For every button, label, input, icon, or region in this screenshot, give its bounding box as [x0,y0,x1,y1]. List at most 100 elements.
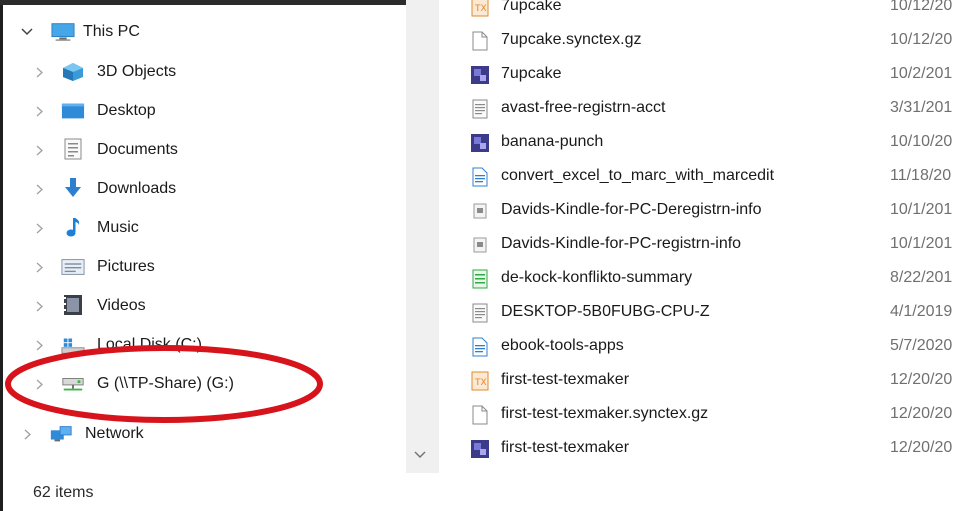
file-date: 8/22/201 [890,269,953,286]
chevron-right-icon[interactable] [32,260,46,274]
nav-item-label: Music [97,219,139,236]
network-drive-icon [61,374,85,394]
nav-item-label: Desktop [97,102,156,119]
file-name: avast-free-registrn-acct [501,99,666,116]
nav-item-network[interactable]: Network [3,419,403,449]
status-bar: 62 items [3,473,962,511]
list-item[interactable]: TX first-test-texmaker 12/20/20 [440,364,962,398]
doc-file-icon [470,167,490,187]
list-item[interactable]: ebook-tools-apps 5/7/2020 [440,330,962,364]
file-date: 4/1/2019 [890,303,953,320]
videos-icon [61,295,85,315]
chevron-right-icon[interactable] [20,427,34,441]
text-file-icon [470,303,490,323]
nav-item-local-disk[interactable]: Local Disk (C:) [3,330,403,360]
tex-file-icon: TX [470,371,490,391]
file-list: TX 7upcake 10/12/20 7upcake.synctex.gz 1… [440,0,962,473]
file-date: 3/31/201 [890,99,953,116]
chevron-right-icon[interactable] [32,104,46,118]
file-explorer-window: This PC 3D Objects Desktop Documents Dow… [0,0,962,511]
chevron-right-icon[interactable] [32,377,46,391]
nav-item-label: 3D Objects [97,63,177,80]
chevron-right-icon[interactable] [32,221,46,235]
nav-pane-scrollbar[interactable] [406,0,439,473]
scroll-down-arrow-icon[interactable] [414,448,426,462]
file-date: 10/10/20 [890,133,953,150]
nav-item-desktop[interactable]: Desktop [3,96,403,126]
file-name: de-kock-konflikto-summary [501,269,693,286]
chevron-right-icon[interactable] [32,65,46,79]
app-file-icon [470,133,490,153]
nav-item-label: This PC [83,23,140,40]
file-name: 7upcake [501,65,562,82]
pictures-icon [61,257,85,277]
music-note-icon [61,217,85,237]
list-item[interactable]: 7upcake 10/2/201 [440,58,962,92]
file-name: first-test-texmaker [501,371,630,388]
list-item[interactable]: first-test-texmaker 12/20/20 [440,432,962,466]
list-item[interactable]: TX 7upcake 10/12/20 [440,0,962,24]
file-name: DESKTOP-5B0FUBG-CPU-Z [501,303,710,320]
small-doc-icon [470,201,490,221]
blank-file-icon [470,405,490,425]
small-doc-icon [470,235,490,255]
svg-text:TX: TX [474,4,487,14]
file-name: first-test-texmaker [501,439,630,456]
nav-item-pictures[interactable]: Pictures [3,252,403,282]
tex-file-icon: TX [470,0,490,17]
app-file-icon [470,439,490,459]
nav-item-label: G (\\TP-Share) (G:) [97,375,234,392]
file-name: 7upcake.synctex.gz [501,31,642,48]
nav-item-this-pc[interactable]: This PC [3,17,403,47]
desktop-folder-icon [61,101,85,121]
file-date: 10/1/201 [890,235,953,252]
file-date: 5/7/2020 [890,337,953,354]
file-date: 10/12/20 [890,0,953,14]
chevron-right-icon[interactable] [32,143,46,157]
file-name: convert_excel_to_marc_with_marcedit [501,167,775,184]
list-item[interactable]: convert_excel_to_marc_with_marcedit 11/1… [440,160,962,194]
file-name: Davids-Kindle-for-PC-Deregistrn-info [501,201,762,218]
chevron-right-icon[interactable] [32,182,46,196]
blank-file-icon [470,31,490,51]
app-file-icon [470,65,490,85]
list-item[interactable]: banana-punch 10/10/20 [440,126,962,160]
green-doc-icon [470,269,490,289]
nav-item-g-drive[interactable]: G (\\TP-Share) (G:) [3,369,403,399]
text-file-icon [470,99,490,119]
list-item[interactable]: Davids-Kindle-for-PC-Deregistrn-info 10/… [440,194,962,228]
list-item[interactable]: DESKTOP-5B0FUBG-CPU-Z 4/1/2019 [440,296,962,330]
doc-file-icon [470,337,490,357]
item-count: 62 items [33,484,94,501]
nav-item-downloads[interactable]: Downloads [3,174,403,204]
file-name: first-test-texmaker.synctex.gz [501,405,709,422]
list-item[interactable]: avast-free-registrn-acct 3/31/201 [440,92,962,126]
file-name: Davids-Kindle-for-PC-registrn-info [501,235,742,252]
file-date: 12/20/20 [890,405,953,422]
file-date: 10/12/20 [890,31,953,48]
file-name: 7upcake [501,0,562,14]
file-date: 12/20/20 [890,439,953,456]
file-name: banana-punch [501,133,604,150]
nav-item-music[interactable]: Music [3,213,403,243]
nav-item-documents[interactable]: Documents [3,135,403,165]
nav-item-label: Documents [97,141,178,158]
file-date: 10/1/201 [890,201,953,218]
nav-item-3d-objects[interactable]: 3D Objects [3,57,403,87]
nav-item-label: Network [85,425,144,442]
list-item[interactable]: Davids-Kindle-for-PC-registrn-info 10/1/… [440,228,962,262]
list-item[interactable]: 7upcake.synctex.gz 10/12/20 [440,24,962,58]
file-date: 11/18/20 [890,167,952,184]
chevron-right-icon[interactable] [32,299,46,313]
nav-item-label: Downloads [97,180,177,197]
chevron-right-icon[interactable] [32,338,46,352]
file-date: 12/20/20 [890,371,953,388]
documents-icon [61,138,85,160]
navigation-pane: This PC 3D Objects Desktop Documents Dow… [3,5,406,473]
chevron-down-icon[interactable] [20,25,34,39]
monitor-icon [51,22,75,42]
list-item[interactable]: de-kock-konflikto-summary 8/22/201 [440,262,962,296]
nav-item-videos[interactable]: Videos [3,291,403,321]
list-item[interactable]: first-test-texmaker.synctex.gz 12/20/20 [440,398,962,432]
download-arrow-icon [61,178,85,198]
